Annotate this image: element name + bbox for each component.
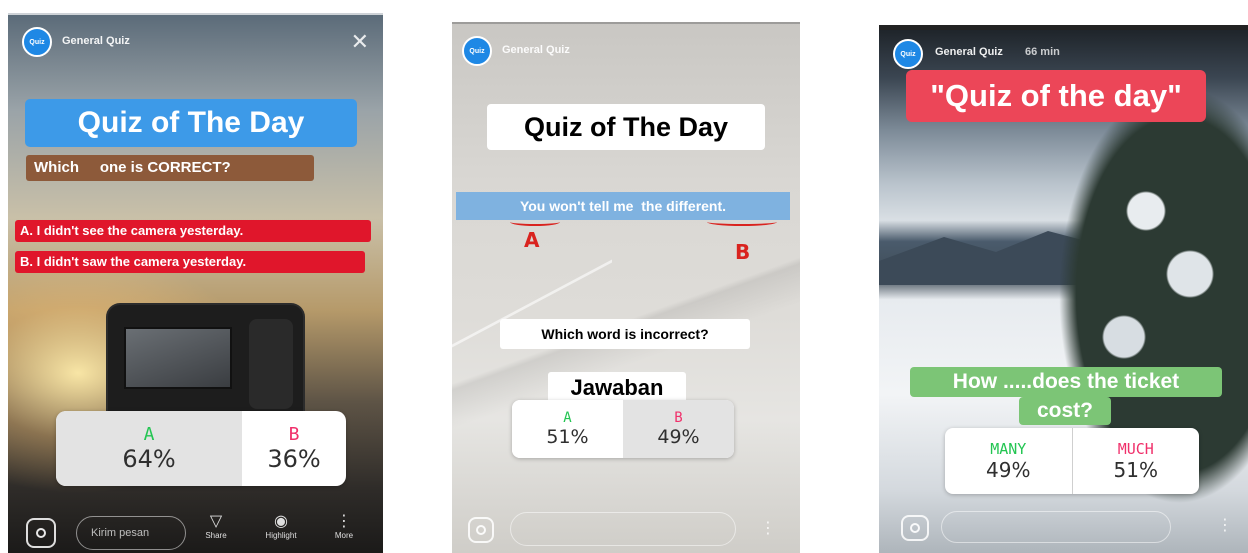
- quiz-subtitle: Which one is CORRECT?: [26, 155, 314, 181]
- more-label: More: [334, 531, 354, 540]
- more-icon: ⋮: [336, 513, 352, 530]
- progress-bar: [879, 25, 1248, 30]
- progress-bar: [452, 22, 800, 24]
- photo-camera: [108, 305, 303, 423]
- more-icon[interactable]: ⋮: [1217, 515, 1233, 535]
- account-avatar[interactable]: Quiz: [893, 39, 923, 69]
- option-b-text: B. I didn't saw the camera yesterday.: [15, 251, 365, 273]
- more-icon[interactable]: ⋮: [760, 518, 776, 538]
- poll-option-label: MUCH: [1117, 440, 1154, 458]
- poll-option-a[interactable]: A 64%: [56, 411, 242, 486]
- poll-option-many[interactable]: MANY 49%: [945, 428, 1072, 494]
- camera-icon[interactable]: [26, 518, 56, 548]
- poll-option-percent: 36%: [267, 445, 321, 473]
- highlight-label: Highlight: [265, 531, 297, 540]
- underline-a: [510, 218, 560, 226]
- poll-option-label: A: [143, 424, 155, 445]
- mark-b: B: [735, 240, 751, 264]
- poll-option-label: B: [288, 424, 300, 445]
- poll-sticker: MANY 49% MUCH 51%: [945, 428, 1199, 494]
- send-message-input[interactable]: [510, 512, 736, 546]
- account-name[interactable]: General Quiz: [935, 46, 1003, 58]
- camera-icon[interactable]: [901, 515, 929, 541]
- highlight-icon: ◉: [274, 513, 288, 530]
- story-card-3[interactable]: Quiz General Quiz 66 min "Quiz of the da…: [879, 25, 1248, 553]
- poll-sticker: A 51% B 49%: [512, 400, 734, 458]
- poll-option-label: B: [674, 410, 683, 426]
- account-avatar[interactable]: Quiz: [22, 27, 52, 57]
- send-icon: ▽: [209, 513, 223, 530]
- poll-option-b[interactable]: B 36%: [242, 411, 346, 486]
- poll-option-label: A: [563, 410, 572, 426]
- account-name[interactable]: General Quiz: [502, 44, 570, 56]
- quiz-title: Quiz of The Day: [487, 104, 765, 150]
- poll-option-percent: 49%: [986, 458, 1031, 482]
- poll-option-percent: 49%: [657, 426, 700, 448]
- underline-b: [707, 218, 777, 226]
- poll-option-percent: 51%: [1113, 458, 1158, 482]
- account-name[interactable]: General Quiz: [62, 35, 130, 47]
- quiz-title: Quiz of The Day: [25, 99, 357, 147]
- poll-option-percent: 64%: [122, 445, 176, 473]
- post-time: 66 min: [1025, 46, 1060, 58]
- quiz-question-line1: How .....does the ticket: [910, 367, 1222, 397]
- story-card-1[interactable]: Quiz General Quiz ✕ Quiz of The Day Whic…: [8, 13, 383, 553]
- quiz-sentence: You won't tell me the different.: [456, 192, 790, 220]
- option-a-text: A. I didn't see the camera yesterday.: [15, 220, 371, 242]
- highlight-button[interactable]: ◉ Highlight: [256, 513, 306, 540]
- quiz-question: Which word is incorrect?: [500, 319, 750, 349]
- close-icon[interactable]: ✕: [351, 31, 369, 53]
- send-message-input[interactable]: Kirim pesan: [76, 516, 186, 550]
- progress-bar: [8, 13, 383, 15]
- mark-a: A: [524, 228, 540, 252]
- poll-option-label: MANY: [990, 440, 1027, 458]
- poll-sticker: A 64% B 36%: [56, 411, 346, 486]
- more-button[interactable]: ⋮ More: [324, 513, 364, 540]
- poll-option-much[interactable]: MUCH 51%: [1073, 428, 1200, 494]
- share-label: Share: [205, 531, 227, 540]
- account-avatar[interactable]: Quiz: [462, 36, 492, 66]
- poll-option-b[interactable]: B 49%: [623, 400, 734, 458]
- story-card-2[interactable]: Quiz General Quiz Quiz of The Day You wo…: [452, 22, 800, 553]
- poll-option-a[interactable]: A 51%: [512, 400, 623, 458]
- quiz-title: "Quiz of the day": [906, 70, 1206, 122]
- camera-icon[interactable]: [468, 517, 494, 543]
- send-message-input[interactable]: [941, 511, 1171, 543]
- quiz-question-line2: cost?: [1019, 397, 1111, 425]
- share-button[interactable]: ▽ Share: [196, 513, 236, 540]
- poll-option-percent: 51%: [546, 426, 589, 448]
